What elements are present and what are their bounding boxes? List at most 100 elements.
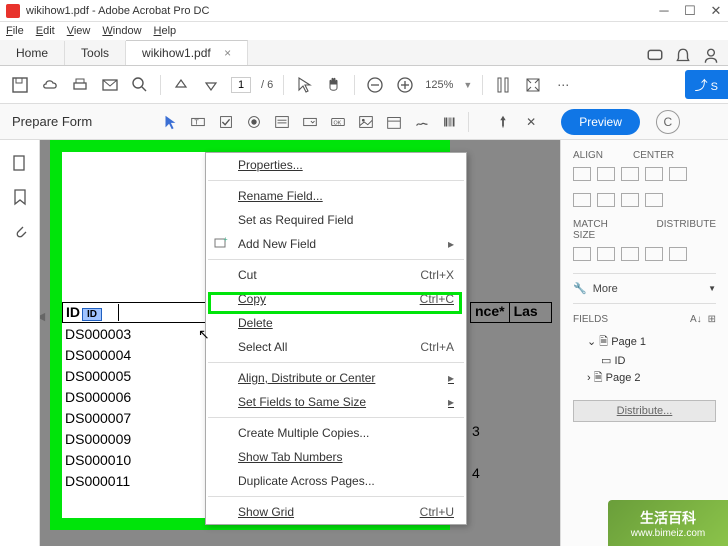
ctx-tabnum[interactable]: Show Tab Numbers (206, 445, 466, 469)
more-button[interactable]: 🔧 More ▼ (573, 282, 716, 295)
sort-az-icon[interactable]: A↓ (690, 314, 702, 325)
ctx-selectall[interactable]: Select AllCtrl+A (206, 335, 466, 359)
ctx-multiple[interactable]: Create Multiple Copies... (206, 421, 466, 445)
tree-page1[interactable]: ⌄ 🗎 Page 1 (573, 331, 716, 354)
selection-icon[interactable] (294, 75, 314, 95)
button-field-icon[interactable]: OK (328, 112, 348, 132)
ctx-delete[interactable]: Delete (206, 311, 466, 335)
header-other: nce* (470, 302, 510, 323)
ctx-copy[interactable]: CopyCtrl+C (206, 287, 466, 311)
barcode-icon[interactable] (440, 112, 460, 132)
tab-close-icon[interactable]: × (224, 46, 231, 60)
close-formbar-icon[interactable]: ✕ (521, 112, 541, 132)
fit-width-icon[interactable] (493, 75, 513, 95)
distribute-button[interactable]: Distribute... (573, 400, 716, 422)
app-icon (6, 4, 20, 18)
menu-view[interactable]: View (67, 25, 91, 37)
pointer-tool-icon[interactable] (160, 112, 180, 132)
page-total: / 6 (261, 79, 273, 91)
thumbnails-icon[interactable] (11, 154, 29, 172)
dist-v-icon[interactable] (669, 247, 687, 261)
field-badge[interactable]: ID (82, 308, 102, 321)
sort-tab-icon[interactable]: ⊞ (708, 314, 716, 325)
ctx-cut[interactable]: CutCtrl+X (206, 263, 466, 287)
tab-home[interactable]: Home (0, 41, 65, 65)
share-button[interactable]: ⤴ S (685, 70, 728, 99)
bell-icon[interactable] (674, 47, 692, 65)
search-icon[interactable] (130, 75, 150, 95)
bookmark-icon[interactable] (11, 188, 29, 206)
preview-button[interactable]: Preview (561, 109, 640, 135)
menu-help[interactable]: Help (154, 25, 177, 37)
addnew-icon: + (214, 236, 228, 250)
text-field-icon[interactable]: T (188, 112, 208, 132)
dropdown-icon[interactable] (300, 112, 320, 132)
mail-icon[interactable] (100, 75, 120, 95)
attachment-icon[interactable] (11, 222, 29, 240)
rp-align-label: ALIGN (573, 150, 603, 161)
listbox-icon[interactable] (272, 112, 292, 132)
align-bottom-icon[interactable] (621, 193, 639, 207)
image-field-icon[interactable] (356, 112, 376, 132)
page-down-icon[interactable] (201, 75, 221, 95)
ctx-required[interactable]: Set as Required Field (206, 208, 466, 232)
wrench-icon: 🔧 (573, 282, 587, 295)
zoom-out-icon[interactable] (365, 75, 385, 95)
close-tool-button[interactable]: C (656, 110, 680, 134)
print-icon[interactable] (70, 75, 90, 95)
chat-icon[interactable] (646, 47, 664, 65)
more-tools-icon[interactable]: ⋯ (553, 75, 573, 95)
center-both-icon[interactable] (645, 193, 663, 207)
header-id: ID (66, 304, 80, 320)
hand-icon[interactable] (324, 75, 344, 95)
checkbox-icon[interactable] (216, 112, 236, 132)
page-up-icon[interactable] (171, 75, 191, 95)
radio-icon[interactable] (244, 112, 264, 132)
menu-edit[interactable]: Edit (36, 25, 55, 37)
ctx-rename[interactable]: Rename Field... (206, 184, 466, 208)
menu-file[interactable]: File (6, 25, 24, 37)
tree-id-field[interactable]: ▭ ID (573, 354, 716, 367)
context-menu: Properties... Rename Field... Set as Req… (205, 152, 467, 525)
center-v-icon[interactable] (669, 167, 687, 181)
fit-page-icon[interactable] (523, 75, 543, 95)
tab-document[interactable]: wikihow1.pdf × (126, 40, 248, 65)
tree-page2[interactable]: › 🗎 Page 2 (573, 367, 716, 390)
ctx-align[interactable]: Align, Distribute or Center▸ (206, 366, 466, 390)
align-top-icon[interactable] (573, 193, 591, 207)
minimize-button[interactable]: ─ (658, 5, 670, 17)
close-button[interactable]: ✕ (710, 5, 722, 17)
align-right-icon[interactable] (621, 167, 639, 181)
ctx-samesize[interactable]: Set Fields to Same Size▸ (206, 390, 466, 414)
ctx-properties[interactable]: Properties... (206, 153, 466, 177)
menu-window[interactable]: Window (102, 25, 141, 37)
save-icon[interactable] (10, 75, 30, 95)
match-w-icon[interactable] (573, 247, 591, 261)
tab-tools[interactable]: Tools (65, 41, 126, 65)
match-h-icon[interactable] (597, 247, 615, 261)
cloud-icon[interactable] (40, 75, 60, 95)
ctx-addnew[interactable]: + Add New Field▸ (206, 232, 466, 256)
center-h-icon[interactable] (645, 167, 663, 181)
header-last: Las (510, 302, 552, 323)
zoom-level: 125% (425, 79, 453, 91)
rp-dist-label: DISTRIBUTE (657, 219, 716, 241)
cursor-icon: ↖ (198, 326, 210, 343)
signature-icon[interactable] (412, 112, 432, 132)
rp-match-label: MATCH SIZE (573, 219, 627, 241)
align-left-icon[interactable] (573, 167, 591, 181)
dist-h-icon[interactable] (645, 247, 663, 261)
align-center-icon[interactable] (597, 167, 615, 181)
align-middle-icon[interactable] (597, 193, 615, 207)
pin-icon[interactable] (493, 112, 513, 132)
zoom-in-icon[interactable] (395, 75, 415, 95)
page-number-input[interactable] (231, 77, 251, 93)
ctx-grid[interactable]: Show GridCtrl+U (206, 500, 466, 524)
signin-icon[interactable] (702, 47, 720, 65)
maximize-button[interactable]: ☐ (684, 5, 696, 17)
match-both-icon[interactable] (621, 247, 639, 261)
date-field-icon[interactable] (384, 112, 404, 132)
zoom-dropdown-icon[interactable]: ▼ (463, 80, 472, 90)
scroll-left-icon[interactable]: ◄ (40, 308, 48, 324)
ctx-duplicate[interactable]: Duplicate Across Pages... (206, 469, 466, 493)
